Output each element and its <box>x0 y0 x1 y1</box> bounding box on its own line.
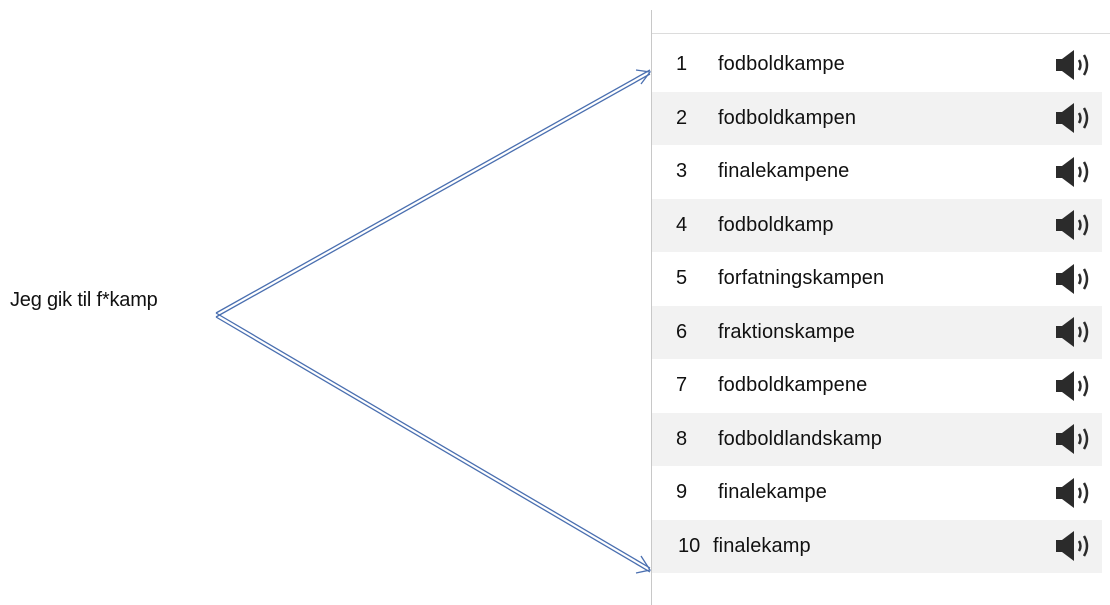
row-word: finalekampe <box>718 481 827 504</box>
speaker-icon[interactable] <box>1055 529 1095 563</box>
suggestion-list: 1 fodboldkampe 2 fodboldkampen 3 finalek… <box>652 38 1102 573</box>
speaker-icon[interactable] <box>1055 48 1095 82</box>
speaker-icon[interactable] <box>1055 369 1095 403</box>
row-number: 6 <box>676 320 688 343</box>
row-number: 8 <box>676 427 688 450</box>
arrow-to-top-result <box>215 69 652 318</box>
suggestion-row-2[interactable]: 2 fodboldkampen <box>652 91 1102 145</box>
row-word: fraktionskampe <box>718 320 856 343</box>
row-word: fodboldkampene <box>718 374 868 397</box>
suggestion-row-9[interactable]: 9 finalekampe <box>652 466 1102 520</box>
row-number: 10 <box>678 534 701 557</box>
row-word: fodboldkamp <box>718 213 834 236</box>
speaker-icon[interactable] <box>1055 101 1095 135</box>
speaker-icon[interactable] <box>1055 476 1095 510</box>
list-top-rule <box>652 33 1110 34</box>
row-word: finalekamp <box>713 534 811 557</box>
suggestion-row-10[interactable]: 10 finalekamp <box>652 519 1102 573</box>
row-number: 7 <box>676 374 688 397</box>
arrow-to-bottom-result <box>215 312 652 574</box>
speaker-icon[interactable] <box>1055 422 1095 456</box>
suggestion-row-6[interactable]: 6 fraktionskampe <box>652 305 1102 359</box>
speaker-icon[interactable] <box>1055 208 1095 242</box>
row-number: 1 <box>676 53 688 76</box>
row-number: 2 <box>676 106 688 129</box>
suggestion-row-5[interactable]: 5 forfatningskampen <box>652 252 1102 306</box>
row-number: 4 <box>676 213 688 236</box>
suggestion-row-1[interactable]: 1 fodboldkampe <box>652 38 1102 92</box>
speaker-icon[interactable] <box>1055 262 1095 296</box>
row-number: 3 <box>676 160 688 183</box>
speaker-icon[interactable] <box>1055 315 1095 349</box>
row-number: 5 <box>676 267 688 290</box>
row-word: finalekampene <box>718 160 850 183</box>
speaker-icon[interactable] <box>1055 155 1095 189</box>
row-number: 9 <box>676 481 688 504</box>
suggestion-row-4[interactable]: 4 fodboldkamp <box>652 198 1102 252</box>
row-word: fodboldlandskamp <box>718 427 882 450</box>
suggestion-row-8[interactable]: 8 fodboldlandskamp <box>652 412 1102 466</box>
row-word: fodboldkampe <box>718 53 845 76</box>
suggestion-row-3[interactable]: 3 finalekampene <box>652 145 1102 199</box>
row-word: forfatningskampen <box>718 267 885 290</box>
suggestion-row-7[interactable]: 7 fodboldkampene <box>652 359 1102 413</box>
row-word: fodboldkampen <box>718 106 857 129</box>
